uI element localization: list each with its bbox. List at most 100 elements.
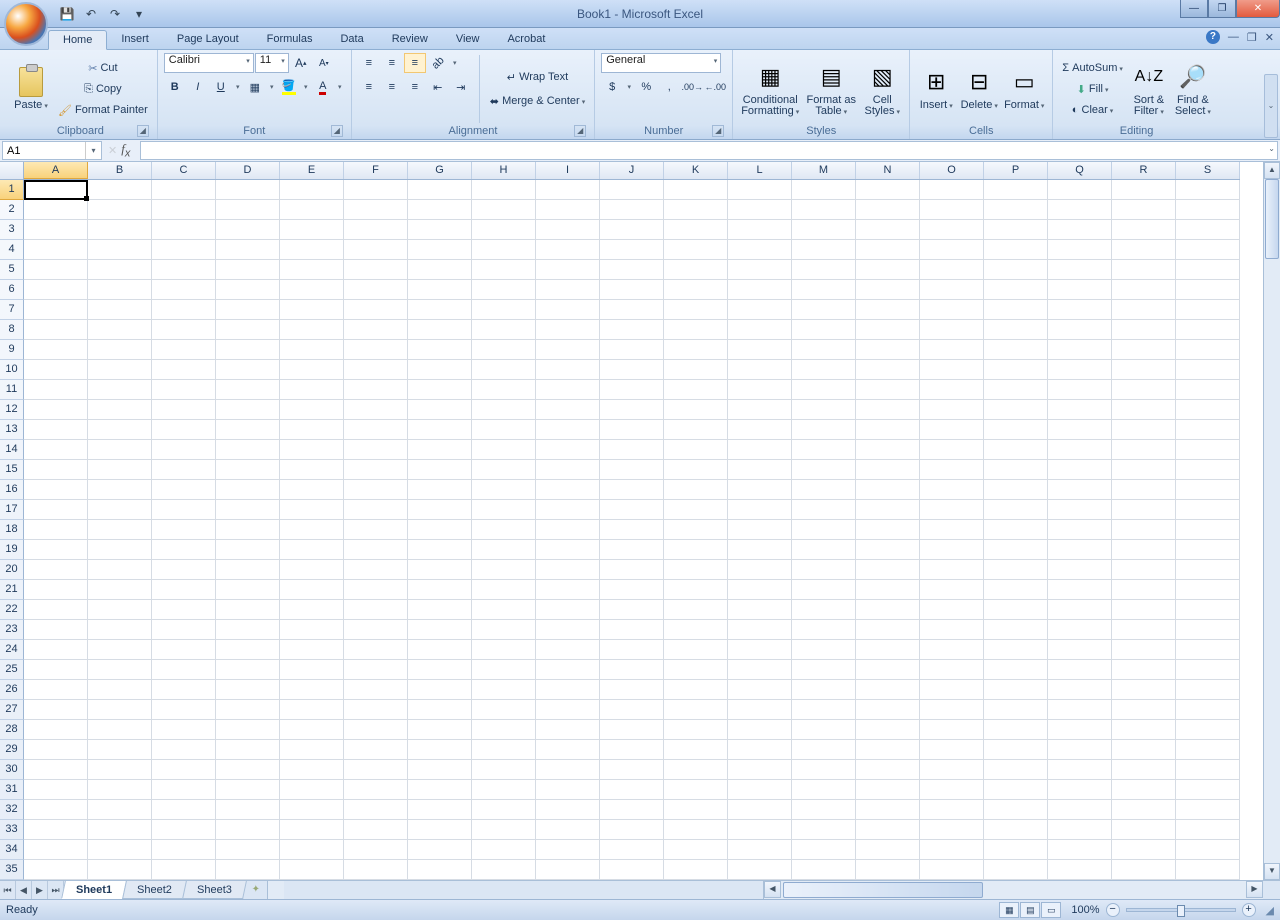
column-header[interactable]: A	[24, 162, 88, 179]
row-header[interactable]: 24	[0, 640, 24, 660]
cell[interactable]	[792, 760, 856, 780]
row-header[interactable]: 12	[0, 400, 24, 420]
cell[interactable]	[1176, 760, 1240, 780]
cell[interactable]	[1048, 620, 1112, 640]
cell[interactable]	[472, 800, 536, 820]
find-select-button[interactable]: 🔎Find & Select	[1172, 53, 1214, 125]
cell[interactable]	[664, 840, 728, 860]
cell[interactable]	[216, 420, 280, 440]
row-header[interactable]: 17	[0, 500, 24, 520]
cell[interactable]	[344, 340, 408, 360]
scroll-right-button[interactable]: ▶	[1246, 881, 1263, 898]
cell[interactable]	[1112, 300, 1176, 320]
cell[interactable]	[664, 860, 728, 880]
cell[interactable]	[600, 220, 664, 240]
cell[interactable]	[344, 280, 408, 300]
cell[interactable]	[984, 200, 1048, 220]
cell[interactable]	[1176, 860, 1240, 880]
cell[interactable]	[600, 600, 664, 620]
cell[interactable]	[88, 180, 152, 200]
cell[interactable]	[1112, 320, 1176, 340]
cell[interactable]	[24, 320, 88, 340]
cell[interactable]	[536, 860, 600, 880]
cell[interactable]	[152, 700, 216, 720]
cell[interactable]	[1048, 660, 1112, 680]
cell[interactable]	[728, 760, 792, 780]
cell[interactable]	[24, 560, 88, 580]
cell[interactable]	[24, 820, 88, 840]
cell[interactable]	[88, 440, 152, 460]
cell[interactable]	[1048, 440, 1112, 460]
cell[interactable]	[1112, 620, 1176, 640]
cell[interactable]	[88, 560, 152, 580]
cell[interactable]	[88, 320, 152, 340]
cell[interactable]	[280, 840, 344, 860]
cell[interactable]	[408, 600, 472, 620]
row-header[interactable]: 35	[0, 860, 24, 880]
cell[interactable]	[1176, 420, 1240, 440]
cell[interactable]	[792, 400, 856, 420]
cell[interactable]	[1176, 300, 1240, 320]
cell[interactable]	[472, 360, 536, 380]
cell[interactable]	[280, 280, 344, 300]
scroll-down-button[interactable]: ▼	[1264, 863, 1280, 880]
cell[interactable]	[88, 740, 152, 760]
cell[interactable]	[472, 720, 536, 740]
row-header[interactable]: 29	[0, 740, 24, 760]
cell[interactable]	[856, 660, 920, 680]
cell[interactable]	[24, 300, 88, 320]
insert-cells-button[interactable]: ⊞Insert	[916, 53, 956, 125]
cell[interactable]	[1176, 540, 1240, 560]
mdi-close-icon[interactable]: ✕	[1265, 31, 1274, 44]
cell[interactable]	[408, 340, 472, 360]
cell[interactable]	[216, 620, 280, 640]
cell[interactable]	[536, 480, 600, 500]
cell[interactable]	[1176, 740, 1240, 760]
grow-font-button[interactable]: A▴	[290, 53, 312, 73]
cell[interactable]	[280, 700, 344, 720]
cell[interactable]	[344, 620, 408, 640]
cell[interactable]	[984, 800, 1048, 820]
cell[interactable]	[1176, 480, 1240, 500]
cell[interactable]	[1176, 200, 1240, 220]
row-header[interactable]: 34	[0, 840, 24, 860]
cell[interactable]	[472, 680, 536, 700]
cell[interactable]	[984, 780, 1048, 800]
cell[interactable]	[1048, 760, 1112, 780]
column-header[interactable]: Q	[1048, 162, 1112, 179]
cell[interactable]	[408, 320, 472, 340]
cell[interactable]	[536, 460, 600, 480]
column-header[interactable]: R	[1112, 162, 1176, 179]
cell[interactable]	[1176, 520, 1240, 540]
cell[interactable]	[24, 660, 88, 680]
cell[interactable]	[216, 480, 280, 500]
cell[interactable]	[88, 820, 152, 840]
cell[interactable]	[1176, 640, 1240, 660]
cell[interactable]	[472, 600, 536, 620]
scroll-up-button[interactable]: ▲	[1264, 162, 1280, 179]
hscroll-thumb[interactable]	[783, 882, 983, 898]
cell[interactable]	[920, 740, 984, 760]
cell[interactable]	[24, 280, 88, 300]
cell[interactable]	[920, 500, 984, 520]
cell[interactable]	[216, 780, 280, 800]
cell[interactable]	[472, 820, 536, 840]
cell[interactable]	[1176, 780, 1240, 800]
cell[interactable]	[536, 840, 600, 860]
cell[interactable]	[1048, 240, 1112, 260]
column-header[interactable]: L	[728, 162, 792, 179]
cell[interactable]	[216, 820, 280, 840]
cell[interactable]	[280, 360, 344, 380]
cell[interactable]	[600, 440, 664, 460]
cell[interactable]	[216, 460, 280, 480]
cell[interactable]	[24, 460, 88, 480]
cell[interactable]	[728, 560, 792, 580]
cell[interactable]	[856, 460, 920, 480]
cell[interactable]	[152, 420, 216, 440]
increase-decimal-button[interactable]: .00→	[681, 77, 703, 97]
cell[interactable]	[344, 320, 408, 340]
cell[interactable]	[152, 640, 216, 660]
row-header[interactable]: 25	[0, 660, 24, 680]
cell[interactable]	[856, 200, 920, 220]
cell[interactable]	[792, 180, 856, 200]
